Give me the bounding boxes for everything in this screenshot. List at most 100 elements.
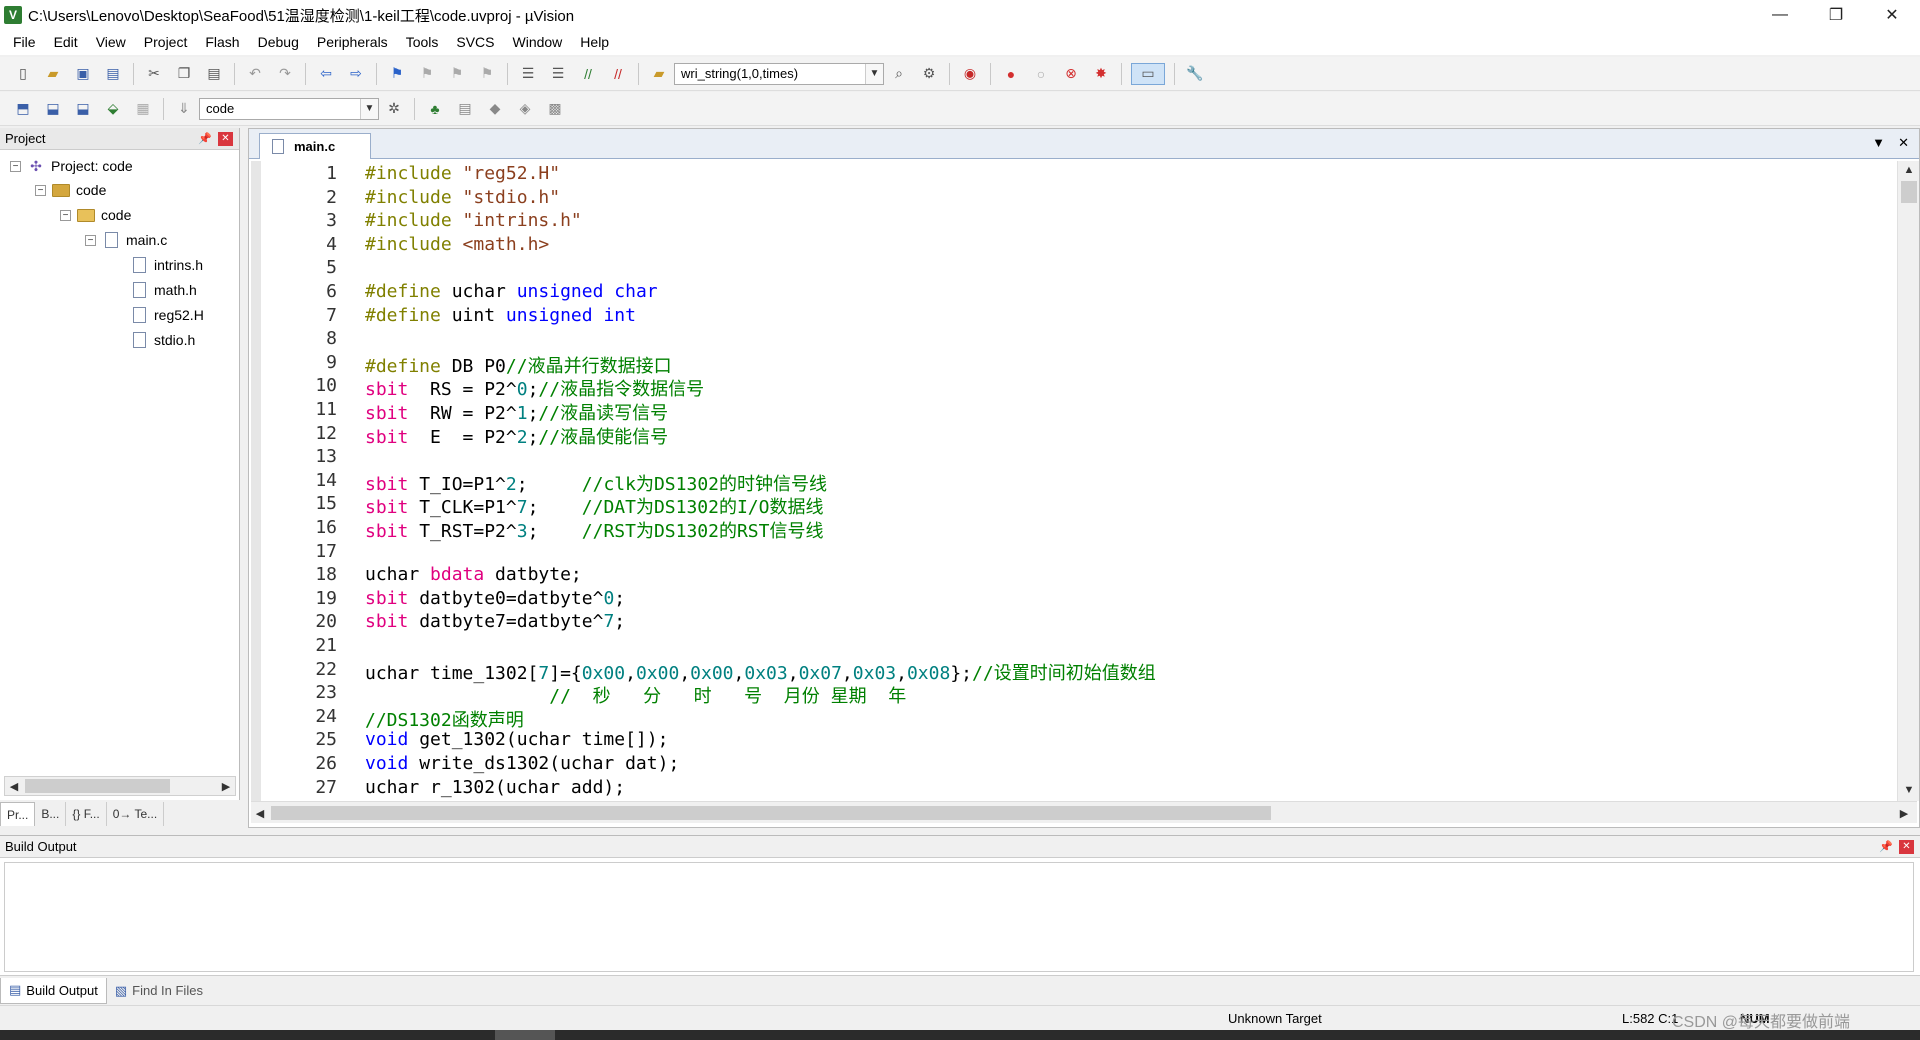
scroll-left-icon[interactable]: ◀	[5, 777, 23, 795]
bookmark-clear-icon[interactable]: ⚑	[476, 63, 498, 85]
code-line[interactable]: 21	[251, 635, 1891, 659]
tab-find-in-files[interactable]: ▧ Find In Files	[107, 978, 211, 1004]
close-window-button[interactable]: ✕	[1864, 0, 1920, 30]
kill-breakpoints-icon[interactable]: ✸	[1090, 63, 1112, 85]
select-packs-icon[interactable]: ▤	[454, 98, 476, 120]
code-line[interactable]: 24 //DS1302函数声明	[251, 706, 1891, 731]
unindent-icon[interactable]: ☰	[547, 63, 569, 85]
tab-build-output[interactable]: ▤ Build Output	[0, 977, 107, 1004]
tree-item-main-c[interactable]: − main.c	[85, 228, 167, 252]
restore-button[interactable]: ❐	[1808, 0, 1864, 30]
menu-debug[interactable]: Debug	[249, 30, 308, 55]
collapse-icon[interactable]: −	[35, 184, 46, 196]
code-line[interactable]: 19 sbit datbyte0=datbyte^0;	[251, 588, 1891, 612]
bookmark-toggle-icon[interactable]: ⚑	[386, 63, 408, 85]
find-combo[interactable]: wri_string(1,0,times) ▼	[674, 62, 884, 85]
code-line[interactable]: 10 sbit RS = P2^0;//液晶指令数据信号	[251, 375, 1891, 400]
undo-icon[interactable]: ↶	[244, 63, 266, 85]
code-line[interactable]: 8	[251, 328, 1891, 352]
translate-icon[interactable]: ⬒	[12, 98, 34, 120]
code-line[interactable]: 17	[251, 541, 1891, 565]
scroll-up-icon[interactable]: ▲	[1900, 161, 1918, 179]
menu-peripherals[interactable]: Peripherals	[308, 30, 397, 55]
code-line[interactable]: 23 // 秒 分 时 号 月份 星期 年	[251, 682, 1891, 707]
rebuild-icon[interactable]: ⬓	[72, 98, 94, 120]
code-line[interactable]: 26 void write_ds1302(uchar dat);	[251, 753, 1891, 777]
menu-tools[interactable]: Tools	[397, 30, 448, 55]
pin-icon[interactable]: 📌	[198, 132, 212, 146]
code-line[interactable]: 18 uchar bdata datbyte;	[251, 564, 1891, 588]
scroll-right-icon[interactable]: ▶	[217, 777, 235, 795]
bookmark-prev-icon[interactable]: ⚑	[416, 63, 438, 85]
pack-installer-icon[interactable]: ◈	[514, 98, 536, 120]
tree-item-group[interactable]: − code	[60, 203, 131, 227]
code-line[interactable]: 27 uchar r_1302(uchar add);	[251, 777, 1891, 801]
scroll-down-icon[interactable]: ▼	[1900, 781, 1918, 799]
code-view[interactable]: 1 #include "reg52.H" 2 #include "stdio.h" 3 #…	[251, 161, 1891, 801]
navigate-forward-icon[interactable]: ⇨	[345, 63, 367, 85]
collapse-icon[interactable]: −	[60, 209, 71, 221]
find-in-files-icon[interactable]: ▰	[648, 63, 670, 85]
code-line[interactable]: 5	[251, 257, 1891, 281]
stop-build-icon[interactable]: ▦	[132, 98, 154, 120]
scroll-left-icon[interactable]: ◀	[251, 804, 269, 822]
new-file-icon[interactable]: ▯	[12, 63, 34, 85]
navigate-back-icon[interactable]: ⇦	[315, 63, 337, 85]
code-line[interactable]: 12 sbit E = P2^2;//液晶使能信号	[251, 423, 1891, 448]
tab-books[interactable]: B...	[35, 802, 67, 826]
code-line[interactable]: 13	[251, 446, 1891, 470]
open-file-icon[interactable]: ▰	[42, 63, 64, 85]
code-line[interactable]: 15 sbit T_CLK=P1^7; //DAT为DS1302的I/O数据线	[251, 493, 1891, 518]
scroll-right-icon[interactable]: ▶	[1895, 804, 1913, 822]
tab-main-c[interactable]: main.c	[259, 133, 371, 159]
scroll-thumb[interactable]	[271, 806, 1271, 820]
tree-item-math-h[interactable]: math.h	[130, 278, 197, 302]
paste-icon[interactable]: ▤	[203, 63, 225, 85]
insert-breakpoint-icon[interactable]: ●	[1000, 63, 1022, 85]
tree-item-intrins-h[interactable]: intrins.h	[130, 253, 203, 277]
code-line[interactable]: 16 sbit T_RST=P2^3; //RST为DS1302的RST信号线	[251, 517, 1891, 542]
copy-icon[interactable]: ❐	[173, 63, 195, 85]
code-line[interactable]: 4 #include <math.h>	[251, 234, 1891, 258]
code-line[interactable]: 25 void get_1302(uchar time[]);	[251, 729, 1891, 753]
menu-file[interactable]: File	[4, 30, 45, 55]
code-line[interactable]: 7 #define uint unsigned int	[251, 305, 1891, 329]
build-output-text[interactable]	[4, 862, 1914, 972]
target-combo[interactable]: code ▼	[199, 97, 379, 120]
code-line[interactable]: 11 sbit RW = P2^1;//液晶读写信号	[251, 399, 1891, 424]
menu-svcs[interactable]: SVCS	[447, 30, 503, 55]
code-line[interactable]: 22 uchar time_1302[7]={0x00,0x00,0x00,0x0…	[251, 659, 1891, 684]
scroll-thumb[interactable]	[1901, 181, 1917, 203]
save-all-icon[interactable]: ▤	[102, 63, 124, 85]
menu-edit[interactable]: Edit	[45, 30, 87, 55]
code-line[interactable]: 2 #include "stdio.h"	[251, 187, 1891, 211]
editor-vscrollbar[interactable]: ▲ ▼	[1897, 161, 1919, 801]
manage-rte-icon[interactable]: ◆	[484, 98, 506, 120]
uncomment-icon[interactable]: //	[607, 63, 629, 85]
tab-project[interactable]: Pr...	[0, 802, 36, 826]
tab-functions[interactable]: {} F...	[66, 802, 107, 826]
menu-view[interactable]: View	[87, 30, 135, 55]
save-icon[interactable]: ▣	[72, 63, 94, 85]
download-icon[interactable]: ⇓	[173, 98, 195, 120]
configure-icon[interactable]: 🔧	[1184, 63, 1206, 85]
close-icon[interactable]: ✕	[218, 131, 233, 146]
tree-item-target[interactable]: − code	[35, 178, 106, 202]
bookmark-next-icon[interactable]: ⚑	[446, 63, 468, 85]
menu-flash[interactable]: Flash	[196, 30, 248, 55]
editor-hscrollbar[interactable]: ◀ ▶	[251, 801, 1917, 823]
indent-icon[interactable]: ☰	[517, 63, 539, 85]
redo-icon[interactable]: ↷	[274, 63, 296, 85]
tree-item-reg52-h[interactable]: reg52.H	[130, 303, 204, 327]
debug-session-icon[interactable]: ◉	[959, 63, 981, 85]
code-line[interactable]: 20 sbit datbyte7=datbyte^7;	[251, 611, 1891, 635]
project-hscrollbar[interactable]: ◀ ▶	[4, 776, 236, 796]
tab-list-dropdown-icon[interactable]: ▼	[1872, 135, 1885, 150]
close-icon[interactable]: ✕	[1899, 839, 1914, 854]
close-icon[interactable]: ✕	[1898, 135, 1909, 151]
manage-project-items-icon[interactable]: ♣	[424, 98, 446, 120]
batch-build-icon[interactable]: ⬙	[102, 98, 124, 120]
code-line[interactable]: 3 #include "intrins.h"	[251, 210, 1891, 234]
find-icon[interactable]: ⌕	[888, 63, 910, 85]
incremental-find-icon[interactable]: ⚙	[918, 63, 940, 85]
